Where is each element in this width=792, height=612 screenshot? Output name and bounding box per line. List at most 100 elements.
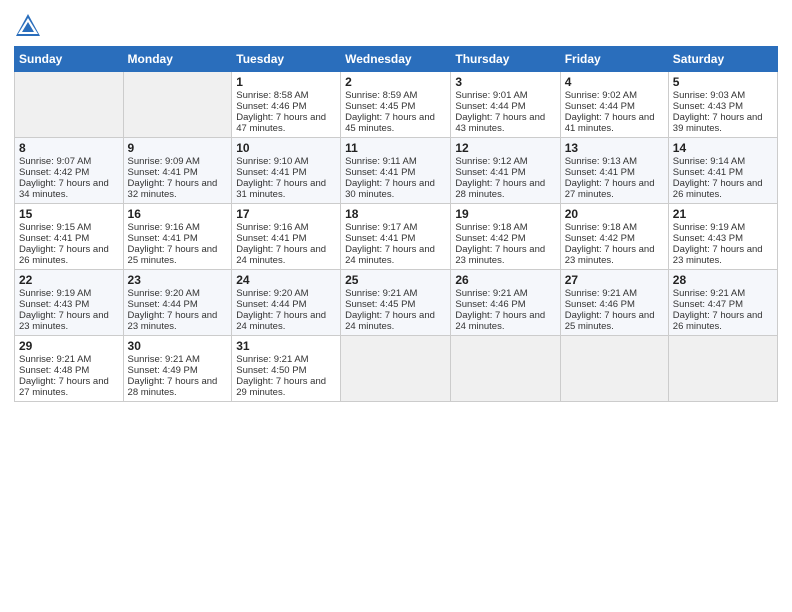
day-number: 22: [19, 273, 119, 287]
calendar-cell: 1 Sunrise: 8:58 AM Sunset: 4:46 PM Dayli…: [232, 72, 341, 138]
daylight-text: Daylight: 7 hours and 31 minutes.: [236, 178, 326, 200]
sunrise-text: Sunrise: 9:21 AM: [455, 288, 527, 299]
daylight-text: Daylight: 7 hours and 25 minutes.: [565, 310, 655, 332]
sunrise-text: Sunrise: 9:21 AM: [673, 288, 745, 299]
sunset-text: Sunset: 4:47 PM: [673, 299, 743, 310]
daylight-text: Daylight: 7 hours and 24 minutes.: [345, 244, 435, 266]
calendar-cell: [15, 72, 124, 138]
calendar-cell: 23 Sunrise: 9:20 AM Sunset: 4:44 PM Dayl…: [123, 270, 232, 336]
sunrise-text: Sunrise: 9:18 AM: [455, 222, 527, 233]
calendar-cell: 13 Sunrise: 9:13 AM Sunset: 4:41 PM Dayl…: [560, 138, 668, 204]
day-number: 14: [673, 141, 773, 155]
day-number: 12: [455, 141, 555, 155]
day-number: 2: [345, 75, 446, 89]
sunset-text: Sunset: 4:41 PM: [565, 167, 635, 178]
calendar-cell: [451, 336, 560, 402]
sunset-text: Sunset: 4:45 PM: [345, 101, 415, 112]
calendar-week-row: 1 Sunrise: 8:58 AM Sunset: 4:46 PM Dayli…: [15, 72, 778, 138]
sunset-text: Sunset: 4:43 PM: [673, 101, 743, 112]
day-number: 27: [565, 273, 664, 287]
sunrise-text: Sunrise: 9:13 AM: [565, 156, 637, 167]
logo-icon: [14, 12, 42, 40]
calendar-cell: 28 Sunrise: 9:21 AM Sunset: 4:47 PM Dayl…: [668, 270, 777, 336]
daylight-text: Daylight: 7 hours and 41 minutes.: [565, 112, 655, 134]
weekday-header: Saturday: [668, 47, 777, 72]
calendar-cell: 8 Sunrise: 9:07 AM Sunset: 4:42 PM Dayli…: [15, 138, 124, 204]
sunset-text: Sunset: 4:42 PM: [19, 167, 89, 178]
calendar-cell: 17 Sunrise: 9:16 AM Sunset: 4:41 PM Dayl…: [232, 204, 341, 270]
daylight-text: Daylight: 7 hours and 26 minutes.: [673, 178, 763, 200]
sunset-text: Sunset: 4:41 PM: [128, 233, 198, 244]
sunset-text: Sunset: 4:44 PM: [236, 299, 306, 310]
weekday-header: Friday: [560, 47, 668, 72]
sunrise-text: Sunrise: 9:14 AM: [673, 156, 745, 167]
calendar-cell: 26 Sunrise: 9:21 AM Sunset: 4:46 PM Dayl…: [451, 270, 560, 336]
logo: [14, 10, 46, 40]
day-number: 17: [236, 207, 336, 221]
sunset-text: Sunset: 4:44 PM: [128, 299, 198, 310]
day-number: 1: [236, 75, 336, 89]
calendar-cell: 18 Sunrise: 9:17 AM Sunset: 4:41 PM Dayl…: [341, 204, 451, 270]
sunrise-text: Sunrise: 9:21 AM: [236, 354, 308, 365]
sunrise-text: Sunrise: 9:17 AM: [345, 222, 417, 233]
daylight-text: Daylight: 7 hours and 23 minutes.: [128, 310, 218, 332]
weekday-header: Wednesday: [341, 47, 451, 72]
sunset-text: Sunset: 4:48 PM: [19, 365, 89, 376]
daylight-text: Daylight: 7 hours and 27 minutes.: [565, 178, 655, 200]
sunrise-text: Sunrise: 9:21 AM: [565, 288, 637, 299]
calendar-cell: 27 Sunrise: 9:21 AM Sunset: 4:46 PM Dayl…: [560, 270, 668, 336]
header: [14, 10, 778, 40]
day-number: 9: [128, 141, 228, 155]
day-number: 13: [565, 141, 664, 155]
calendar-cell: [560, 336, 668, 402]
sunset-text: Sunset: 4:41 PM: [345, 233, 415, 244]
sunset-text: Sunset: 4:41 PM: [236, 167, 306, 178]
sunset-text: Sunset: 4:42 PM: [455, 233, 525, 244]
daylight-text: Daylight: 7 hours and 24 minutes.: [236, 310, 326, 332]
daylight-text: Daylight: 7 hours and 34 minutes.: [19, 178, 109, 200]
daylight-text: Daylight: 7 hours and 23 minutes.: [19, 310, 109, 332]
sunset-text: Sunset: 4:41 PM: [236, 233, 306, 244]
sunset-text: Sunset: 4:43 PM: [19, 299, 89, 310]
day-number: 29: [19, 339, 119, 353]
sunrise-text: Sunrise: 9:20 AM: [128, 288, 200, 299]
day-number: 4: [565, 75, 664, 89]
daylight-text: Daylight: 7 hours and 23 minutes.: [455, 244, 545, 266]
sunrise-text: Sunrise: 9:16 AM: [236, 222, 308, 233]
weekday-header: Thursday: [451, 47, 560, 72]
day-number: 30: [128, 339, 228, 353]
sunrise-text: Sunrise: 9:10 AM: [236, 156, 308, 167]
page-container: SundayMondayTuesdayWednesdayThursdayFrid…: [0, 0, 792, 410]
daylight-text: Daylight: 7 hours and 28 minutes.: [455, 178, 545, 200]
calendar-cell: 12 Sunrise: 9:12 AM Sunset: 4:41 PM Dayl…: [451, 138, 560, 204]
sunset-text: Sunset: 4:41 PM: [128, 167, 198, 178]
sunrise-text: Sunrise: 9:02 AM: [565, 90, 637, 101]
calendar-cell: 25 Sunrise: 9:21 AM Sunset: 4:45 PM Dayl…: [341, 270, 451, 336]
calendar-week-row: 29 Sunrise: 9:21 AM Sunset: 4:48 PM Dayl…: [15, 336, 778, 402]
daylight-text: Daylight: 7 hours and 47 minutes.: [236, 112, 326, 134]
calendar-cell: 14 Sunrise: 9:14 AM Sunset: 4:41 PM Dayl…: [668, 138, 777, 204]
calendar-cell: [341, 336, 451, 402]
weekday-header: Tuesday: [232, 47, 341, 72]
day-number: 16: [128, 207, 228, 221]
sunrise-text: Sunrise: 9:03 AM: [673, 90, 745, 101]
calendar-table: SundayMondayTuesdayWednesdayThursdayFrid…: [14, 46, 778, 402]
weekday-header: Sunday: [15, 47, 124, 72]
sunrise-text: Sunrise: 9:11 AM: [345, 156, 417, 167]
day-number: 26: [455, 273, 555, 287]
calendar-cell: 30 Sunrise: 9:21 AM Sunset: 4:49 PM Dayl…: [123, 336, 232, 402]
daylight-text: Daylight: 7 hours and 26 minutes.: [673, 310, 763, 332]
sunset-text: Sunset: 4:41 PM: [455, 167, 525, 178]
daylight-text: Daylight: 7 hours and 24 minutes.: [345, 310, 435, 332]
sunset-text: Sunset: 4:43 PM: [673, 233, 743, 244]
calendar-cell: 21 Sunrise: 9:19 AM Sunset: 4:43 PM Dayl…: [668, 204, 777, 270]
day-number: 18: [345, 207, 446, 221]
daylight-text: Daylight: 7 hours and 28 minutes.: [128, 376, 218, 398]
daylight-text: Daylight: 7 hours and 24 minutes.: [455, 310, 545, 332]
calendar-cell: 4 Sunrise: 9:02 AM Sunset: 4:44 PM Dayli…: [560, 72, 668, 138]
sunrise-text: Sunrise: 9:16 AM: [128, 222, 200, 233]
calendar-cell: 5 Sunrise: 9:03 AM Sunset: 4:43 PM Dayli…: [668, 72, 777, 138]
daylight-text: Daylight: 7 hours and 23 minutes.: [673, 244, 763, 266]
daylight-text: Daylight: 7 hours and 26 minutes.: [19, 244, 109, 266]
calendar-cell: [123, 72, 232, 138]
